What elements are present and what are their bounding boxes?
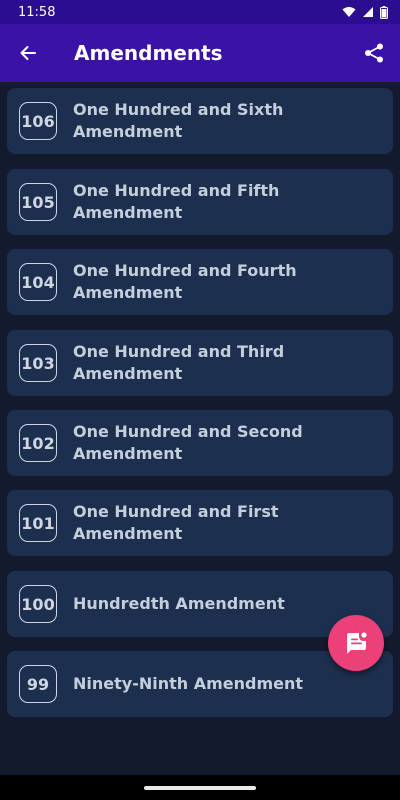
list-item[interactable]: 104 One Hundred and Fourth Amendment — [7, 249, 393, 315]
arrow-left-icon — [20, 46, 36, 60]
list-item[interactable]: 102 One Hundred and Second Amendment — [7, 410, 393, 476]
amendment-number-badge: 99 — [19, 665, 57, 703]
amendment-number-badge: 103 — [19, 344, 57, 382]
system-navigation-bar — [0, 775, 400, 800]
wifi-icon — [342, 7, 356, 17]
amendment-title: One Hundred and Fourth Amendment — [73, 261, 297, 302]
amendment-title: One Hundred and Third Amendment — [73, 342, 285, 383]
amendment-title: One Hundred and Second Amendment — [73, 422, 303, 463]
list-item[interactable]: 101 One Hundred and First Amendment — [7, 490, 393, 556]
amendment-number-badge: 101 — [19, 504, 57, 542]
home-indicator[interactable] — [144, 786, 256, 790]
list-item[interactable]: 103 One Hundred and Third Amendment — [7, 330, 393, 396]
chat-icon — [347, 632, 367, 654]
amendment-title: One Hundred and First Amendment — [73, 502, 279, 543]
list-item[interactable]: 105 One Hundred and Fifth Amendment — [7, 169, 393, 235]
amendment-number-badge: 104 — [19, 263, 57, 301]
status-time: 11:58 — [18, 4, 56, 20]
status-bar: 11:58 — [0, 0, 400, 24]
battery-icon — [380, 5, 388, 19]
amendment-number-badge: 100 — [19, 585, 57, 623]
amendment-number-badge: 106 — [19, 102, 57, 140]
status-icons — [342, 5, 388, 19]
amendment-title: One Hundred and Sixth Amendment — [73, 100, 284, 141]
app-bar: Amendments — [0, 24, 400, 82]
list-item[interactable]: 106 One Hundred and Sixth Amendment — [7, 88, 393, 154]
page-title: Amendments — [74, 41, 223, 65]
amendment-number-badge: 105 — [19, 183, 57, 221]
share-button[interactable] — [348, 24, 400, 82]
amendment-title: One Hundred and Fifth Amendment — [73, 181, 280, 222]
back-button[interactable] — [0, 24, 56, 82]
signal-icon — [363, 7, 373, 17]
amendment-title: Ninety-Ninth Amendment — [73, 674, 304, 693]
amendment-title: Hundredth Amendment — [73, 594, 285, 613]
feedback-fab-button[interactable] — [328, 615, 384, 671]
share-icon — [365, 43, 383, 63]
amendment-number-badge: 102 — [19, 424, 57, 462]
